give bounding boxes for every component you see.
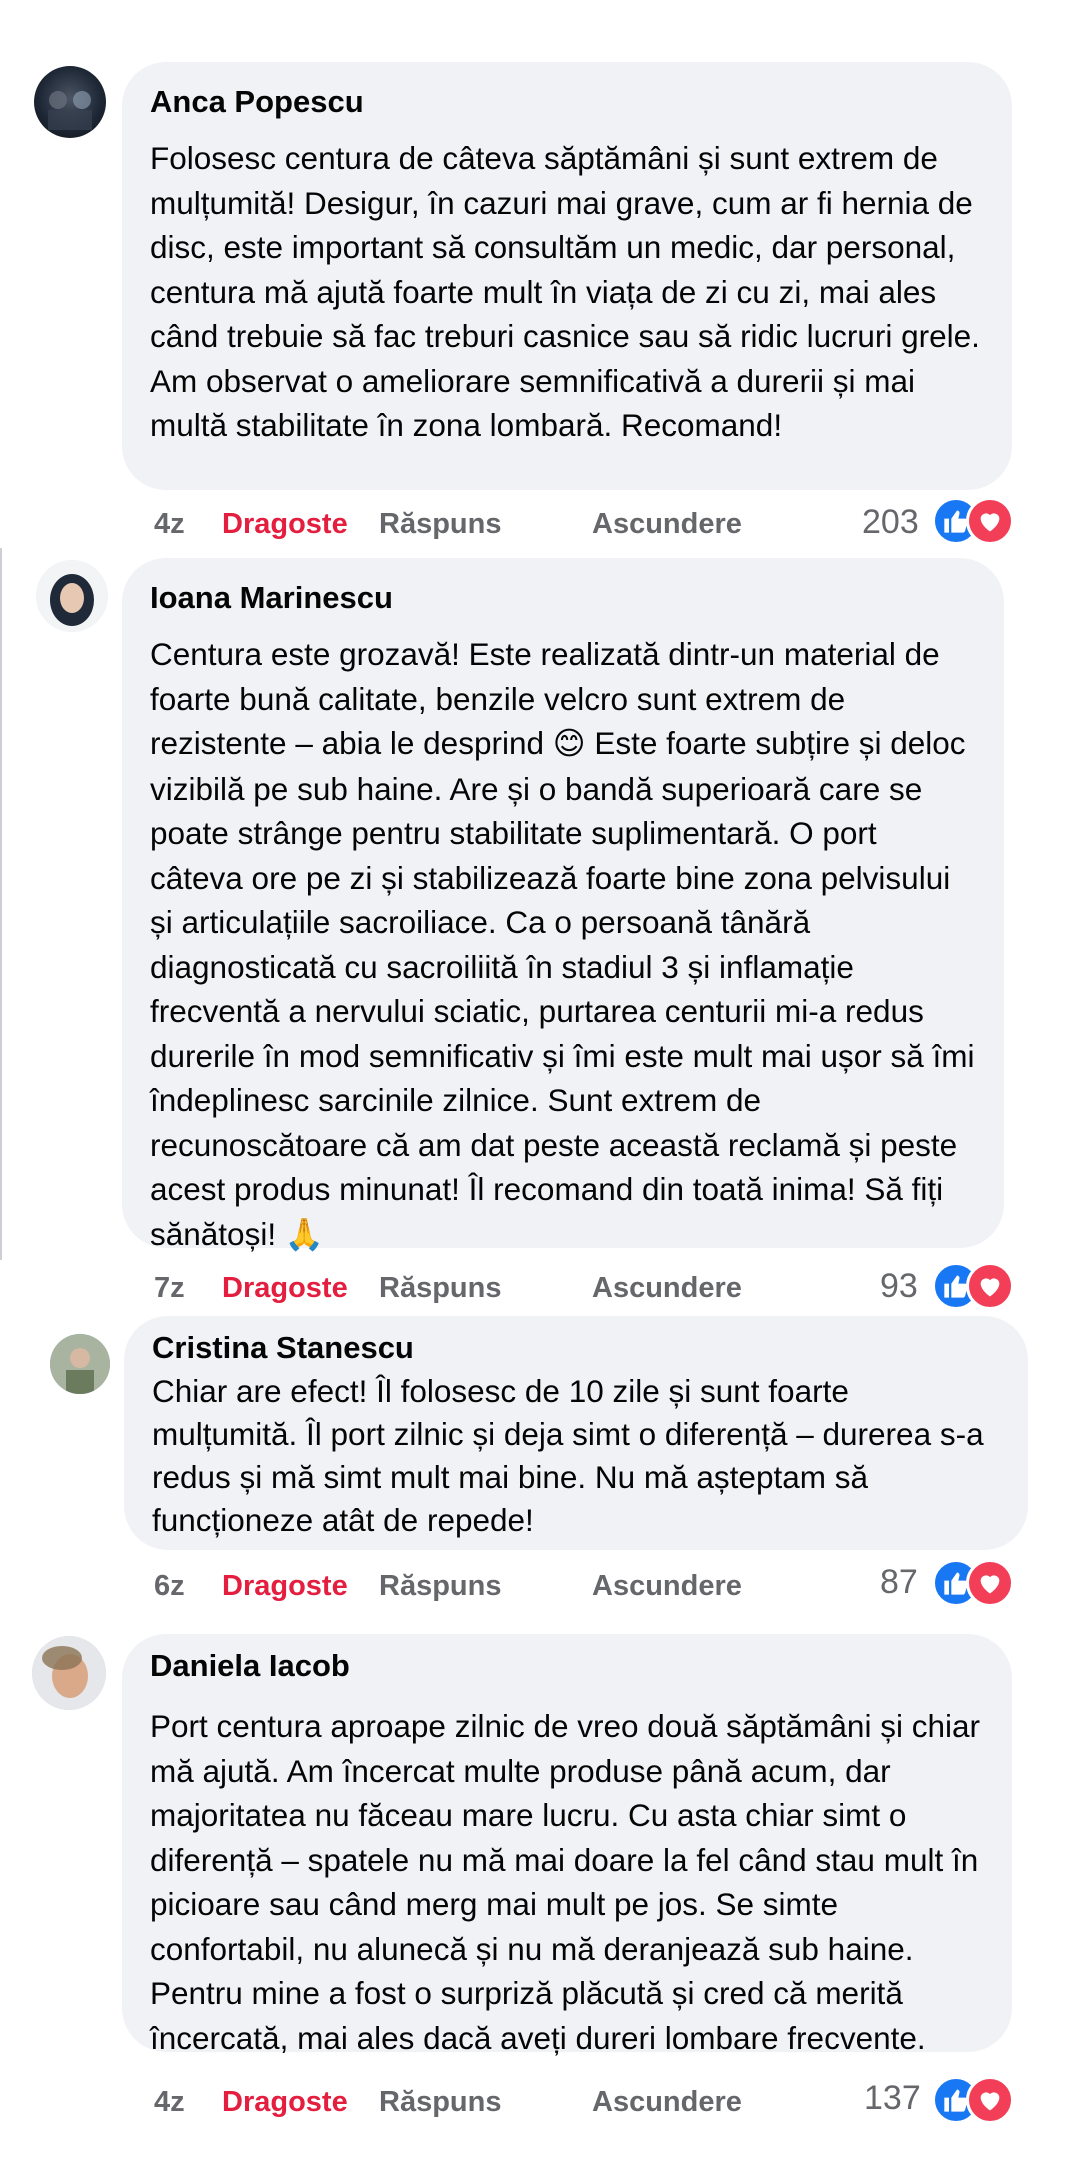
comment-time[interactable]: 4z <box>154 502 185 546</box>
reaction-count[interactable]: 93 <box>880 1264 918 1308</box>
avatar[interactable] <box>36 560 108 632</box>
comment-bubble: Anca Popescu Folosesc centura de câteva … <box>122 62 1012 490</box>
comment-author[interactable]: Anca Popescu <box>150 82 984 122</box>
heart-icon <box>980 1575 1000 1594</box>
reply-button[interactable]: Răspuns <box>379 2080 501 2124</box>
avatar-image <box>48 91 92 130</box>
reaction-icons[interactable] <box>932 497 1018 545</box>
avatar-image <box>50 1334 110 1394</box>
heart-icon <box>980 513 1000 532</box>
comment-actions: 7z Dragoste Răspuns Ascundere <box>154 1266 774 1310</box>
reply-button[interactable]: Răspuns <box>379 1266 501 1310</box>
comment-text: Centura este grozavă! Este realizată din… <box>150 632 976 1257</box>
reaction-count[interactable]: 87 <box>880 1560 918 1604</box>
comment-author[interactable]: Cristina Stanescu <box>152 1328 1000 1368</box>
comment-text: Folosesc centura de câteva săptămâni și … <box>150 140 987 443</box>
avatar[interactable] <box>50 1334 110 1394</box>
comment-actions: 6z Dragoste Răspuns Ascundere <box>154 1564 774 1608</box>
comment-bubble: Daniela Iacob Port centura aproape zilni… <box>122 1634 1012 2056</box>
comment-actions: 4z Dragoste Răspuns Ascundere <box>154 2080 774 2124</box>
love-reaction <box>966 497 1014 545</box>
avatar-image <box>36 560 108 632</box>
comment-text: Chiar are efect! Îl folosesc de 10 zile … <box>152 1373 993 1538</box>
comment-time[interactable]: 4z <box>154 2080 185 2124</box>
reaction-icons[interactable] <box>932 1262 1018 1310</box>
reply-button[interactable]: Răspuns <box>379 1564 501 1608</box>
thread-line <box>0 548 2 1260</box>
comment-author[interactable]: Daniela Iacob <box>150 1646 984 1686</box>
comment-text-part-2: Este foarte subțire și deloc vizibilă pe… <box>150 725 984 1252</box>
comment-text: Port centura aproape zilnic de vreo două… <box>150 1708 989 2056</box>
avatar-image <box>32 1636 106 1710</box>
reaction-count[interactable]: 137 <box>864 2076 921 2120</box>
love-button[interactable]: Dragoste <box>222 1266 348 1310</box>
reaction-count[interactable]: 203 <box>862 500 919 544</box>
praying-hands-emoji-icon: 🙏 <box>284 1216 325 1253</box>
love-reaction <box>966 1559 1014 1607</box>
comment-bubble: Ioana Marinescu Centura este grozavă! Es… <box>122 558 1004 1253</box>
comment-time[interactable]: 6z <box>154 1564 185 1608</box>
love-reaction <box>966 1262 1014 1310</box>
hide-button[interactable]: Ascundere <box>592 1266 742 1310</box>
comment-author[interactable]: Ioana Marinescu <box>150 578 976 618</box>
hide-button[interactable]: Ascundere <box>592 2080 742 2124</box>
comment-time[interactable]: 7z <box>154 1266 185 1310</box>
hide-button[interactable]: Ascundere <box>592 1564 742 1608</box>
hide-button[interactable]: Ascundere <box>592 502 742 546</box>
avatar[interactable] <box>34 66 106 138</box>
love-button[interactable]: Dragoste <box>222 1564 348 1608</box>
love-reaction <box>966 2076 1014 2124</box>
comment-actions: 4z Dragoste Răspuns Ascundere <box>154 502 774 546</box>
heart-icon <box>980 1278 1000 1297</box>
reply-button[interactable]: Răspuns <box>379 502 501 546</box>
avatar[interactable] <box>32 1636 106 1710</box>
heart-icon <box>980 2092 1000 2111</box>
reaction-icons[interactable] <box>932 1559 1018 1607</box>
smile-emoji-icon: 😊 <box>552 726 586 762</box>
reaction-icons[interactable] <box>932 2076 1018 2124</box>
comment-bubble: Cristina Stanescu Chiar are efect! Îl fo… <box>124 1316 1028 1550</box>
love-button[interactable]: Dragoste <box>222 2080 348 2124</box>
love-button[interactable]: Dragoste <box>222 502 348 546</box>
